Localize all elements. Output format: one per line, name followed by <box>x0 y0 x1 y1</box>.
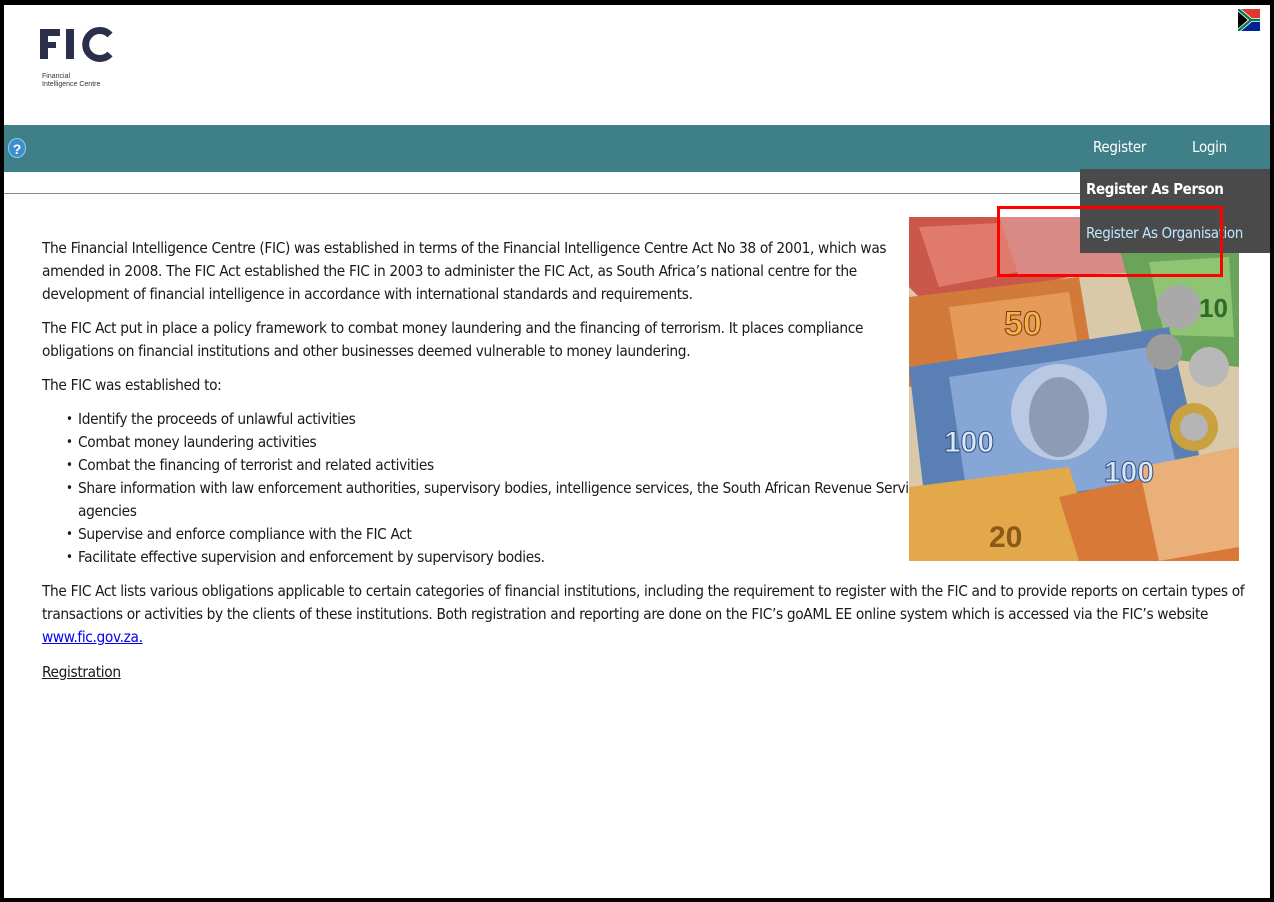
page-frame: Financial Intelligence Centre ? Register… <box>0 0 1274 902</box>
south-africa-flag-icon[interactable] <box>1238 9 1260 31</box>
register-as-person-item[interactable]: Register As Person <box>1086 180 1224 198</box>
nav-login[interactable]: Login <box>1192 138 1227 156</box>
main-navbar: ? Register Login <box>4 125 1270 172</box>
banknote-label: 50 <box>1004 305 1042 343</box>
registration-link[interactable]: Registration <box>42 661 1247 684</box>
banknote-label: 10 <box>1199 293 1228 323</box>
banknote-label: 100 <box>944 426 994 459</box>
obligations-text: The FIC Act lists various obligations ap… <box>42 582 1245 623</box>
highlight-box <box>997 206 1223 277</box>
intro-paragraph: The Financial Intelligence Centre (FIC) … <box>42 239 887 303</box>
obligations-paragraph: The FIC Act lists various obligations ap… <box>42 580 1247 649</box>
logo-caption: Financial Intelligence Centre <box>42 73 101 88</box>
help-icon[interactable]: ? <box>8 138 26 158</box>
policy-paragraph: The FIC Act put in place a policy framew… <box>42 319 864 360</box>
banknote-label: 20 <box>989 521 1022 554</box>
nav-register[interactable]: Register <box>1093 138 1146 156</box>
fic-logo[interactable]: Financial Intelligence Centre <box>40 27 150 97</box>
website-link[interactable]: www.fic.gov.za. <box>42 628 143 646</box>
banknote-label: 100 <box>1104 456 1154 489</box>
fic-logo-mark <box>40 27 113 62</box>
header-divider <box>4 193 1080 194</box>
